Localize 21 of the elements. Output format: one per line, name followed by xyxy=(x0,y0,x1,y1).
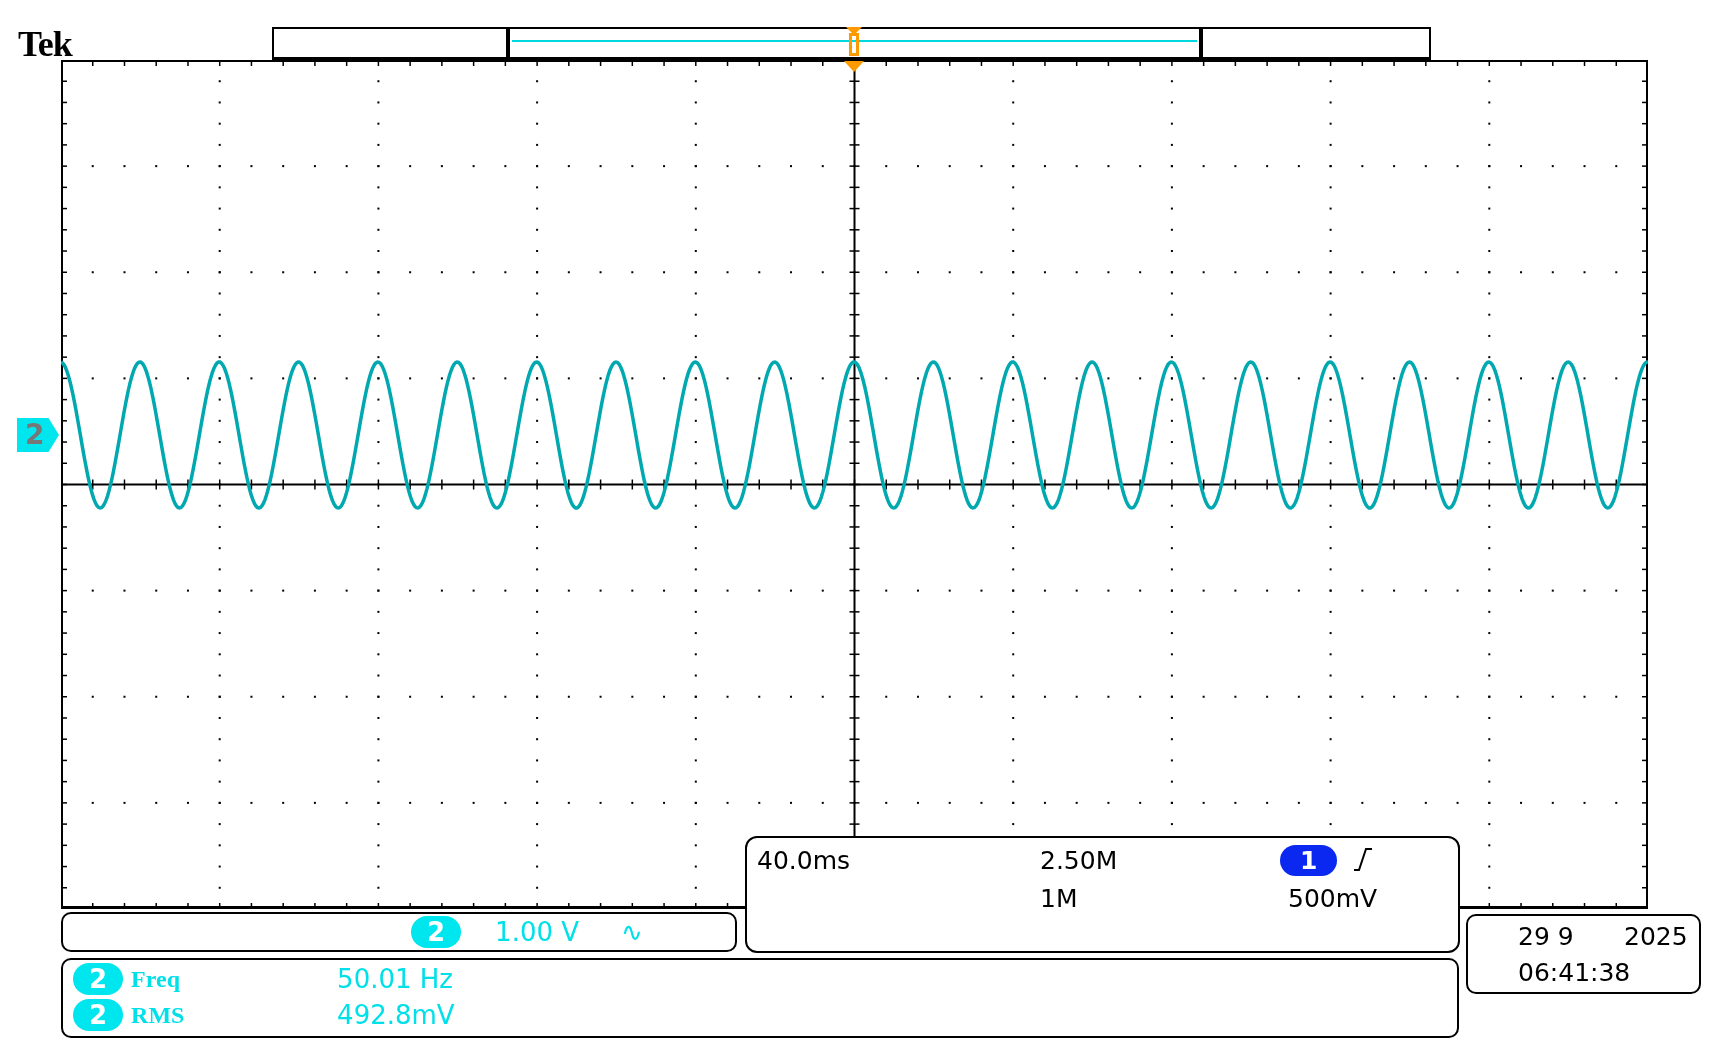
measurement-name: Freq xyxy=(131,965,181,993)
time-per-division: 40.0ms xyxy=(757,848,851,873)
trigger-level: 500mV xyxy=(1288,886,1378,911)
channel-marker[interactable]: 2 xyxy=(17,418,59,452)
volts-per-division: 1.00 V xyxy=(495,919,580,945)
year: 2025 xyxy=(1624,924,1688,949)
channel-badge: 2 xyxy=(73,963,124,995)
time: 06:41:38 xyxy=(1518,960,1631,985)
trigger-channel-badge: 1 xyxy=(1280,845,1338,876)
measurement-value: 50.01 Hz xyxy=(337,966,453,992)
measurement-value: 492.8mV xyxy=(337,1002,455,1028)
record-length: 1M xyxy=(1040,886,1078,911)
channel-badge: 2 xyxy=(73,999,124,1031)
rising-edge-icon xyxy=(1352,846,1374,872)
channel-badge: 2 xyxy=(411,916,462,948)
brand-logo: Tek xyxy=(18,26,72,62)
sample-rate: 2.50M xyxy=(1040,848,1118,873)
measurement-name: RMS xyxy=(131,1001,186,1029)
trigger-arrow-icon xyxy=(844,61,864,72)
coupling-symbol: ∿ xyxy=(621,919,643,945)
date: 29 9 xyxy=(1518,924,1574,949)
